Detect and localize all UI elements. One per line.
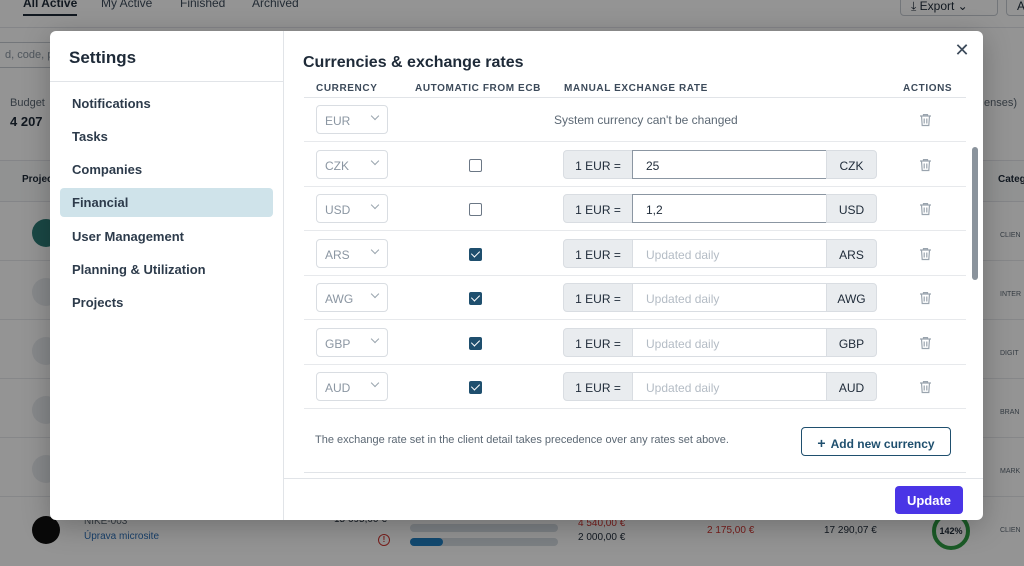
- currency-select[interactable]: CZK: [316, 149, 388, 179]
- settings-content: Currencies & exchange rates ✕ CURRENCY A…: [284, 31, 983, 520]
- rate-suffix: USD: [826, 194, 877, 223]
- manual-rate-group: 1 EUR = Updated daily ARS: [563, 238, 877, 268]
- plus-icon: +: [817, 435, 826, 451]
- currency-select[interactable]: AWG: [316, 283, 388, 312]
- rate-prefix: 1 EUR =: [563, 149, 633, 179]
- column-automatic-ecb: AUTOMATIC FROM ECB: [415, 83, 541, 94]
- rate-suffix: AWG: [826, 283, 877, 312]
- currency-select[interactable]: ARS: [316, 238, 388, 268]
- column-actions: ACTIONS: [903, 83, 953, 94]
- currency-row-ars: ARS 1 EUR = Updated daily ARS: [304, 232, 966, 276]
- rate-prefix: 1 EUR =: [563, 327, 633, 357]
- rate-input[interactable]: Updated daily: [632, 283, 827, 312]
- currency-row-awg: AWG 1 EUR = Updated daily AWG: [304, 276, 966, 320]
- rate-prefix: 1 EUR =: [563, 238, 633, 268]
- trash-icon[interactable]: [919, 291, 932, 305]
- rate-prefix: 1 EUR =: [563, 283, 633, 312]
- nav-item-companies[interactable]: Companies: [60, 155, 273, 184]
- rate-suffix: CZK: [826, 149, 877, 179]
- rate-input[interactable]: Updated daily: [632, 372, 827, 401]
- nav-item-notifications[interactable]: Notifications: [60, 89, 273, 118]
- trash-icon[interactable]: [919, 247, 932, 261]
- chevron-down-icon: [370, 378, 380, 388]
- settings-title: Settings: [69, 48, 137, 67]
- chevron-down-icon: [370, 334, 380, 343]
- rate-prefix: 1 EUR =: [563, 372, 633, 401]
- currency-select[interactable]: AUD: [316, 372, 388, 401]
- chevron-down-icon: [370, 245, 380, 254]
- chevron-down-icon: [370, 289, 380, 299]
- precedence-note: The exchange rate set in the client deta…: [315, 434, 729, 446]
- nav-item-planning-utilization[interactable]: Planning & Utilization: [60, 255, 273, 284]
- chevron-down-icon: [370, 156, 380, 165]
- content-divider: [304, 472, 966, 473]
- nav-item-tasks[interactable]: Tasks: [60, 122, 273, 151]
- chevron-down-icon: [370, 200, 380, 210]
- currency-select[interactable]: GBP: [316, 327, 388, 357]
- column-currency: CURRENCY: [316, 83, 378, 94]
- manual-rate-group: 1 EUR = 25 CZK: [563, 149, 877, 179]
- column-manual-rate: MANUAL EXCHANGE RATE: [564, 83, 708, 94]
- footer-divider: [284, 478, 983, 479]
- currency-row-usd: USD 1 EUR = 1,2 USD: [304, 187, 966, 231]
- chevron-down-icon: [370, 111, 380, 121]
- rate-suffix: ARS: [826, 238, 877, 268]
- rate-input[interactable]: 25: [632, 149, 827, 179]
- manual-rate-group: 1 EUR = Updated daily AUD: [563, 372, 877, 401]
- currency-select[interactable]: EUR: [316, 105, 388, 134]
- rate-input[interactable]: 1,2: [632, 194, 827, 223]
- scrollbar-thumb[interactable]: [972, 147, 978, 280]
- trash-icon[interactable]: [919, 380, 932, 394]
- auto-ecb-checkbox[interactable]: [469, 336, 482, 350]
- trash-icon[interactable]: [919, 158, 932, 172]
- currency-row-eur: EUR System currency can't be changed: [304, 98, 966, 142]
- add-currency-button[interactable]: + Add new currency: [801, 427, 951, 456]
- manual-rate-group: 1 EUR = Updated daily GBP: [563, 327, 877, 357]
- nav-item-financial[interactable]: Financial: [60, 188, 273, 217]
- currency-select[interactable]: USD: [316, 194, 388, 223]
- system-currency-message: System currency can't be changed: [554, 113, 738, 127]
- manual-rate-group: 1 EUR = Updated daily AWG: [563, 283, 877, 312]
- rate-suffix: AUD: [826, 372, 877, 401]
- sidebar-divider: [50, 81, 283, 82]
- nav-item-user-management[interactable]: User Management: [60, 222, 273, 251]
- rate-input[interactable]: Updated daily: [632, 238, 827, 268]
- rate-suffix: GBP: [826, 327, 877, 357]
- currency-row-aud: AUD 1 EUR = Updated daily AUD: [304, 365, 966, 409]
- trash-icon[interactable]: [919, 202, 932, 216]
- settings-sidebar: Settings Notifications Tasks Companies F…: [50, 31, 284, 520]
- rate-prefix: 1 EUR =: [563, 194, 633, 223]
- rate-input[interactable]: Updated daily: [632, 327, 827, 357]
- auto-ecb-checkbox[interactable]: [469, 158, 482, 172]
- update-button[interactable]: Update: [895, 486, 963, 514]
- currency-row-czk: CZK 1 EUR = 25 CZK: [304, 143, 966, 187]
- auto-ecb-checkbox[interactable]: [469, 247, 482, 261]
- trash-icon[interactable]: [919, 336, 932, 350]
- trash-icon[interactable]: [919, 113, 932, 127]
- close-icon[interactable]: ✕: [952, 40, 972, 60]
- manual-rate-group: 1 EUR = 1,2 USD: [563, 194, 877, 223]
- currency-row-gbp: GBP 1 EUR = Updated daily GBP: [304, 321, 966, 365]
- settings-modal: Settings Notifications Tasks Companies F…: [50, 31, 983, 520]
- nav-item-projects[interactable]: Projects: [60, 288, 273, 317]
- auto-ecb-checkbox[interactable]: [469, 381, 482, 394]
- page-title: Currencies & exchange rates: [303, 54, 524, 71]
- auto-ecb-checkbox[interactable]: [469, 203, 482, 216]
- auto-ecb-checkbox[interactable]: [469, 292, 482, 305]
